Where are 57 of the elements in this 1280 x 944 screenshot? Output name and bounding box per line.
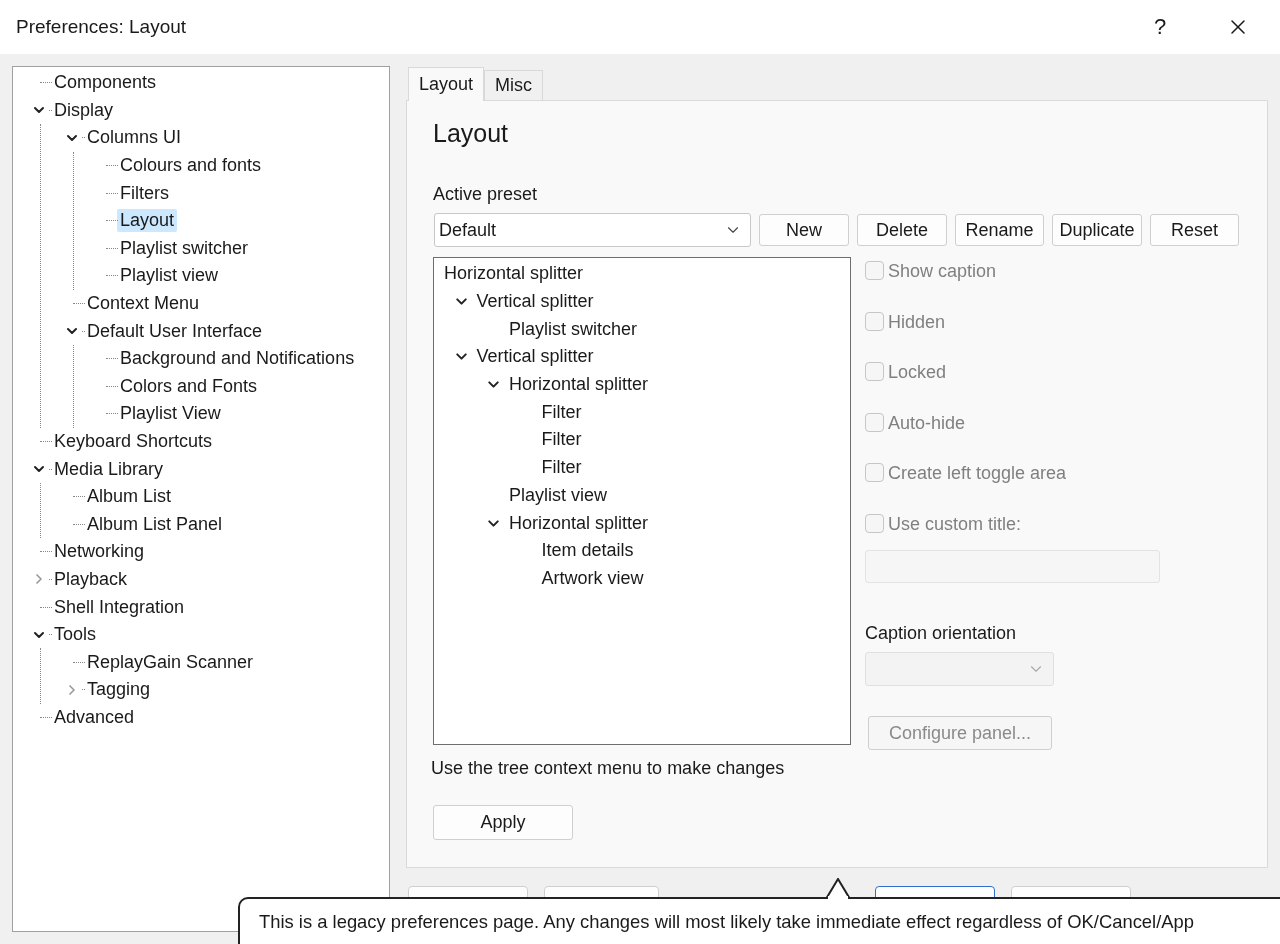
tab[interactable]: Layout (408, 67, 485, 101)
tree-item[interactable]: Album List Panel (84, 512, 226, 536)
tree-item[interactable]: Filter (541, 457, 582, 479)
preset-button[interactable]: Duplicate (1052, 214, 1142, 246)
preset-button[interactable]: Rename (955, 214, 1044, 246)
tree-item[interactable]: Artwork view (541, 567, 644, 589)
tree-item[interactable]: Vertical splitter (476, 346, 594, 368)
tree-item[interactable]: Context Menu (84, 292, 203, 316)
tree-item[interactable]: ReplayGain Scanner (84, 650, 257, 674)
tree-item[interactable]: Playback (51, 568, 131, 591)
tree-item[interactable]: Playlist view (117, 264, 222, 288)
tree-item[interactable]: Horizontal splitter (509, 512, 649, 534)
preset-button[interactable]: New (759, 214, 849, 246)
tree-item[interactable]: Horizontal splitter (444, 263, 584, 285)
checkbox-label: Create left toggle area (888, 463, 1067, 484)
checkbox-label: Locked (888, 362, 947, 383)
page-heading: Layout (433, 119, 510, 148)
help-button[interactable]: ? (1124, 0, 1196, 54)
field-label: Caption orientation (865, 623, 1018, 644)
tree-item[interactable]: Columns UI (84, 126, 185, 150)
tree-item[interactable]: Vertical splitter (476, 291, 594, 313)
tree-item[interactable]: Playlist switcher (509, 318, 638, 340)
apply-button[interactable]: Apply (433, 805, 573, 840)
tree-item[interactable]: Components (51, 71, 160, 95)
tree-item[interactable]: Advanced (51, 705, 138, 729)
tree-item[interactable]: Keyboard Shortcuts (51, 430, 216, 453)
tree-item[interactable]: Display (51, 98, 117, 122)
preset-button[interactable]: Delete (857, 214, 947, 246)
tree-item[interactable]: Item details (541, 540, 634, 562)
tree-item[interactable]: Playlist View (117, 402, 224, 426)
checkbox-label: Hidden (888, 311, 946, 333)
tree-item[interactable]: Layout (117, 209, 178, 233)
field-label: Active preset (433, 184, 539, 205)
hint-text: Use the tree context menu to make changes (431, 758, 786, 779)
window-title: Preferences: Layout (16, 16, 188, 38)
checkbox-label: Auto-hide (888, 412, 966, 434)
tree-item[interactable]: Album List (84, 485, 175, 509)
tree-item[interactable]: Filters (117, 181, 172, 205)
checkbox-label: Show caption (888, 261, 997, 282)
tree-item[interactable]: Tools (51, 623, 100, 647)
tree-item[interactable]: Media Library (51, 457, 167, 481)
tree-item[interactable]: Colors and Fonts (117, 374, 261, 398)
tab[interactable]: Misc (484, 70, 544, 100)
checkbox-label: Use custom title: (888, 513, 1022, 535)
tree-item[interactable]: Playlist view (509, 484, 608, 506)
preset-button[interactable]: Reset (1150, 214, 1239, 246)
preset-dropdown[interactable]: Default (434, 213, 751, 247)
tree-item[interactable]: Colours and fonts (117, 154, 265, 178)
tree-item[interactable]: Filter (541, 429, 582, 451)
tree-item[interactable]: Tagging (84, 678, 154, 702)
tree-item[interactable]: Filter (541, 401, 582, 423)
tree-item[interactable]: Shell Integration (51, 595, 188, 619)
tree-item[interactable]: Background and Notifications (117, 347, 358, 371)
tree-item[interactable]: Default User Interface (84, 319, 266, 343)
tree-item[interactable]: Playlist switcher (117, 236, 252, 260)
tree-item[interactable]: Horizontal splitter (509, 374, 649, 396)
tree-item[interactable]: Networking (51, 540, 148, 564)
